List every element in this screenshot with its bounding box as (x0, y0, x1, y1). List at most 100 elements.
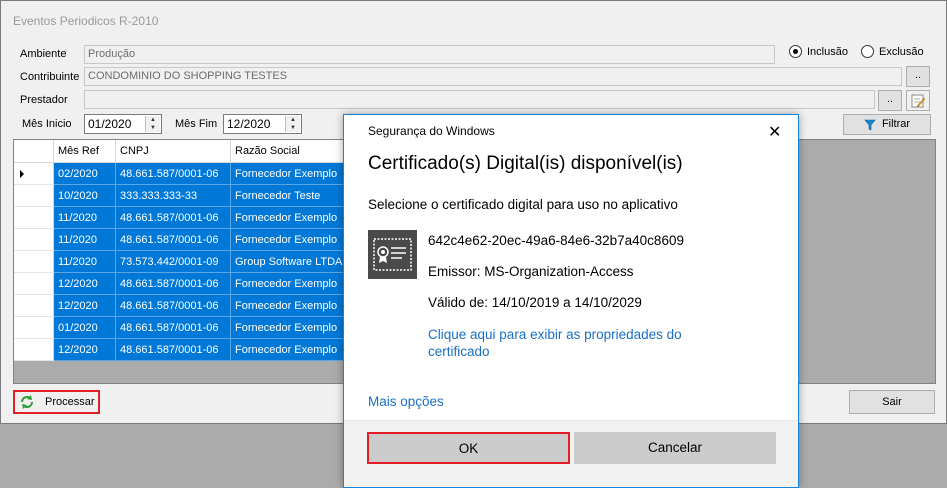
mes-inicio-spinner[interactable]: 01/2020 ▲ ▼ (84, 114, 162, 134)
cell-razao-social[interactable]: Fornecedor Exemplo (231, 207, 345, 229)
dialog-subtitle: Segurança do Windows (368, 124, 495, 138)
cell-razao-social[interactable]: Fornecedor Exemplo (231, 163, 345, 185)
cell-razao-social[interactable]: Group Software LTDA (231, 251, 345, 273)
column-header-cnpj[interactable]: CNPJ (116, 140, 231, 163)
edit-icon (911, 94, 926, 108)
cell-mes-ref[interactable]: 12/2020 (54, 339, 116, 361)
windows-security-dialog: Segurança do Windows ✕ Certificado(s) Di… (343, 114, 799, 488)
processar-label: Processar (45, 396, 95, 408)
cert-id[interactable]: 642c4e62-20ec-49a6-84e6-32b7a40c8609 (428, 233, 684, 248)
cert-validity: Válido de: 14/10/2019 a 14/10/2029 (428, 295, 642, 310)
grid-row-header-corner (14, 140, 54, 163)
cell-razao-social[interactable]: Fornecedor Exemplo (231, 317, 345, 339)
cert-icon (368, 230, 417, 279)
table-row[interactable]: 10/2020 333.333.333-33 Fornecedor Teste (14, 185, 345, 207)
cell-cnpj[interactable]: 48.661.587/0001-06 (116, 273, 231, 295)
prestador-edit-button[interactable] (906, 90, 930, 111)
radio-exclusao[interactable]: Exclusão (861, 45, 924, 58)
refresh-icon (21, 395, 33, 409)
table-row[interactable]: 11/2020 48.661.587/0001-06 Fornecedor Exem… (14, 207, 345, 229)
ambiente-label: Ambiente (20, 48, 67, 60)
filtrar-label: Filtrar (881, 118, 911, 130)
mes-fim-arrows[interactable]: ▲ ▼ (285, 116, 300, 132)
row-selector[interactable] (14, 251, 54, 273)
row-selector[interactable] (14, 317, 54, 339)
contribuinte-label: Contribuinte (20, 71, 80, 83)
cell-mes-ref[interactable]: 11/2020 (54, 207, 116, 229)
more-options-link[interactable]: Mais opções (368, 394, 444, 409)
mes-inicio-arrows[interactable]: ▲ ▼ (145, 116, 160, 132)
processar-button[interactable]: Processar (13, 390, 100, 414)
cell-mes-ref[interactable]: 11/2020 (54, 229, 116, 251)
table-row[interactable]: 11/2020 48.661.587/0001-06 Fornecedor Exem… (14, 229, 345, 251)
row-selector[interactable] (14, 163, 54, 185)
dialog-instruction: Selecione o certificado digital para uso… (368, 197, 678, 212)
prestador-field[interactable] (84, 90, 875, 109)
cancel-button[interactable]: Cancelar (574, 432, 776, 464)
contribuinte-browse-button[interactable]: .. (906, 66, 930, 87)
cert-properties-link-line1: Clique aqui para exibir as propriedades … (428, 327, 682, 342)
table-row[interactable]: 11/2020 73.573.442/0001-09 Group Software … (14, 251, 345, 273)
table-row[interactable]: 02/2020 48.661.587/0001-06 Fornecedor Exem… (14, 163, 345, 185)
cell-cnpj[interactable]: 73.573.442/0001-09 (116, 251, 231, 273)
table-row[interactable]: 12/2020 48.661.587/0001-06 Fornecedor Exem… (14, 273, 345, 295)
ambiente-field[interactable]: Produção (84, 45, 775, 64)
cell-razao-social[interactable]: Fornecedor Teste (231, 185, 345, 207)
cell-mes-ref[interactable]: 12/2020 (54, 273, 116, 295)
mes-fim-spinner[interactable]: 12/2020 ▲ ▼ (223, 114, 302, 134)
cell-razao-social[interactable]: Fornecedor Exemplo (231, 273, 345, 295)
window-title: Eventos Periodicos R-2010 (13, 14, 159, 28)
mes-fim-value: 12/2020 (227, 117, 271, 131)
cell-cnpj[interactable]: 48.661.587/0001-06 (116, 295, 231, 317)
contribuinte-field[interactable]: CONDOMINIO DO SHOPPING TESTES (84, 67, 902, 86)
table-row[interactable]: 01/2020 48.661.587/0001-06 Fornecedor Exem… (14, 317, 345, 339)
row-selector[interactable] (14, 207, 54, 229)
cell-mes-ref[interactable]: 02/2020 (54, 163, 116, 185)
cert-issuer: Emissor: MS-Organization-Access (428, 264, 634, 279)
filtrar-button[interactable]: Filtrar (843, 114, 931, 135)
prestador-browse-button[interactable]: .. (878, 90, 902, 111)
mes-inicio-value: 01/2020 (88, 117, 132, 131)
cell-razao-social[interactable]: Fornecedor Exemplo (231, 339, 345, 361)
cert-properties-link-line2: certificado (428, 344, 490, 359)
row-selector[interactable] (14, 295, 54, 317)
dialog-title: Certificado(s) Digital(is) disponível(is… (368, 153, 683, 174)
row-selector[interactable] (14, 273, 54, 295)
table-row[interactable]: 12/2020 48.661.587/0001-06 Fornecedor Exem… (14, 295, 345, 317)
row-pointer-icon (20, 170, 24, 178)
mes-fim-label: Mês Fim (175, 118, 218, 130)
radio-inclusao-dot (789, 45, 802, 58)
cell-mes-ref[interactable]: 10/2020 (54, 185, 116, 207)
cell-razao-social[interactable]: Fornecedor Exemplo (231, 229, 345, 251)
cell-mes-ref[interactable]: 12/2020 (54, 295, 116, 317)
column-header-razao-social[interactable]: Razão Social (231, 140, 345, 163)
cell-razao-social[interactable]: Fornecedor Exemplo (231, 295, 345, 317)
cell-cnpj[interactable]: 48.661.587/0001-06 (116, 163, 231, 185)
grid-rows: 02/2020 48.661.587/0001-06 Fornecedor Exem… (14, 163, 345, 361)
cert-properties-link[interactable]: Clique aqui para exibir as propriedades … (428, 327, 682, 359)
row-selector[interactable] (14, 339, 54, 361)
radio-inclusao-label: Inclusão (807, 45, 848, 58)
row-selector[interactable] (14, 185, 54, 207)
cell-mes-ref[interactable]: 01/2020 (54, 317, 116, 339)
prestador-label: Prestador (20, 94, 68, 106)
cell-cnpj[interactable]: 48.661.587/0001-06 (116, 339, 231, 361)
ok-button[interactable]: OK (367, 432, 570, 464)
cell-cnpj[interactable]: 333.333.333-33 (116, 185, 231, 207)
cell-mes-ref[interactable]: 11/2020 (54, 251, 116, 273)
sair-button[interactable]: Sair (849, 390, 935, 414)
radio-exclusao-label: Exclusão (879, 45, 924, 58)
table-row[interactable]: 12/2020 48.661.587/0001-06 Fornecedor Exem… (14, 339, 345, 361)
cell-cnpj[interactable]: 48.661.587/0001-06 (116, 229, 231, 251)
cell-cnpj[interactable]: 48.661.587/0001-06 (116, 317, 231, 339)
mes-inicio-label: Mês Inicio (22, 118, 72, 130)
filter-icon (864, 119, 876, 130)
grid-header: Mês Ref CNPJ Razão Social (14, 140, 345, 163)
row-selector[interactable] (14, 229, 54, 251)
radio-exclusao-dot (861, 45, 874, 58)
column-header-mes-ref[interactable]: Mês Ref (54, 140, 116, 163)
radio-inclusao[interactable]: Inclusão (789, 45, 848, 58)
close-icon[interactable]: ✕ (768, 122, 781, 142)
dialog-footer: OK Cancelar (344, 420, 798, 487)
cell-cnpj[interactable]: 48.661.587/0001-06 (116, 207, 231, 229)
